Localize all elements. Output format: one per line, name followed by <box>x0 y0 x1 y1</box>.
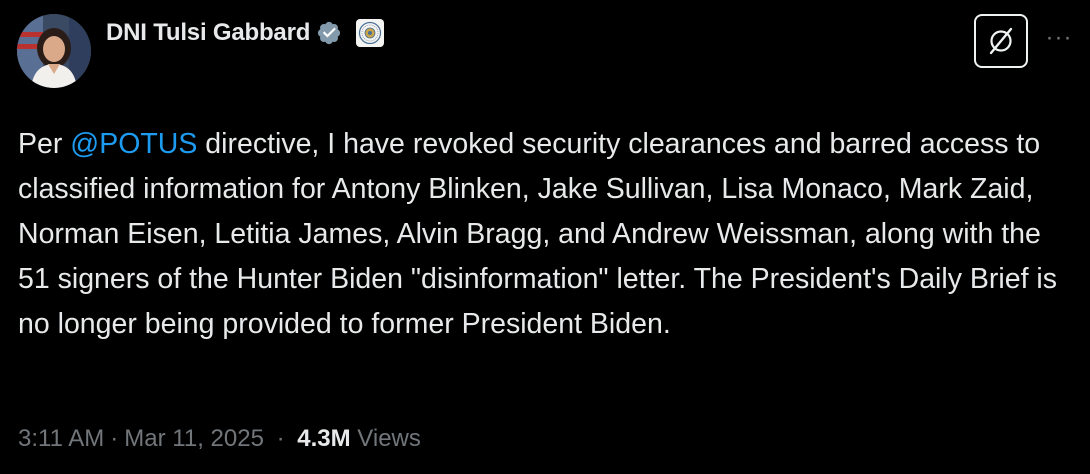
tweet-meta: 3:11 AM · Mar 11, 2025 · 4.3M Views <box>18 422 421 456</box>
views-label: Views <box>357 425 421 452</box>
more-icon: ··· <box>1045 24 1073 51</box>
verified-badge-icon[interactable] <box>316 20 342 46</box>
author-row: DNI Tulsi Gabbard <box>106 16 385 50</box>
mention-link[interactable]: @POTUS <box>70 128 197 160</box>
profile-photo <box>17 14 91 88</box>
tweet-text-prefix: Per <box>18 128 71 160</box>
separator: · <box>276 425 285 452</box>
grok-button[interactable] <box>974 14 1028 68</box>
avatar[interactable] <box>17 14 91 88</box>
separator: · <box>110 425 119 452</box>
grok-icon <box>989 27 1013 55</box>
display-name[interactable]: DNI Tulsi Gabbard <box>106 19 310 47</box>
views-count: 4.3M <box>297 425 351 452</box>
timestamp-link[interactable]: 3:11 AM · Mar 11, 2025 <box>18 425 264 452</box>
dni-seal-icon[interactable] <box>356 19 385 47</box>
more-options-button[interactable]: ··· <box>1043 26 1075 50</box>
tweet-date: Mar 11, 2025 <box>124 425 264 452</box>
tweet-time: 3:11 AM <box>18 425 105 452</box>
views-link[interactable]: 4.3M Views <box>297 425 421 452</box>
tweet-text: Per @POTUS directive, I have revoked sec… <box>18 122 1068 347</box>
